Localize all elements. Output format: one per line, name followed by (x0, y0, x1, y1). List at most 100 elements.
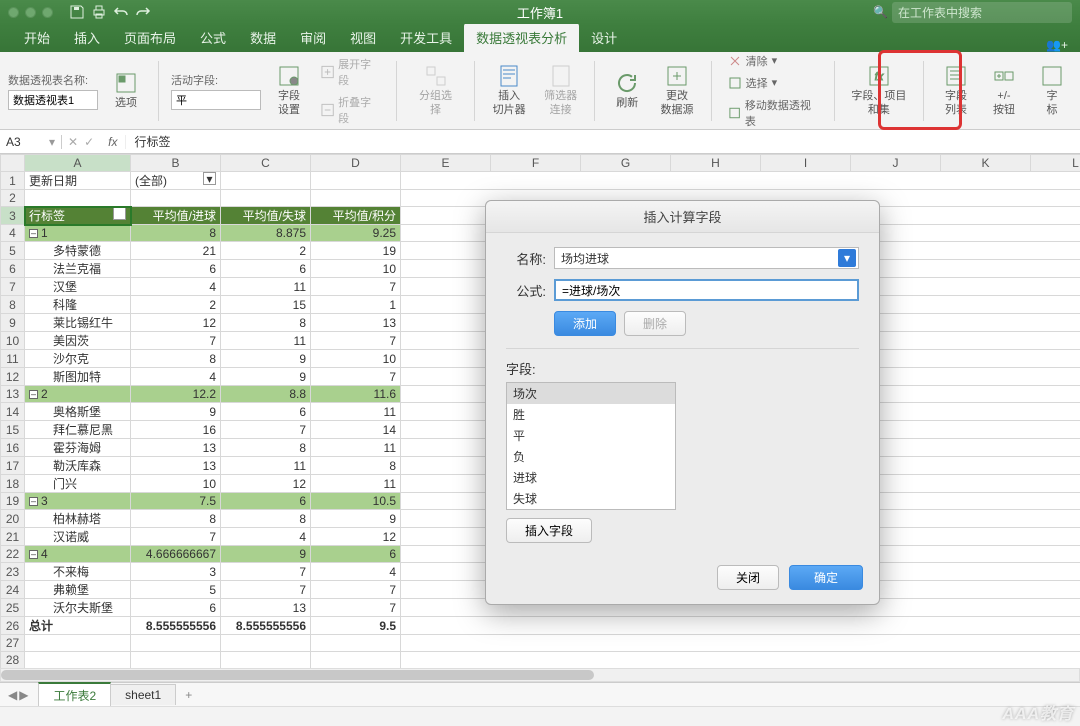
insert-calc-field-dialog: 插入计算字段 名称: 场均进球 ▾ 公式: 添加 删除 字段: 场次 胜 平 负… (485, 200, 880, 605)
pt-name-label: 数据透视表名称: (8, 72, 98, 88)
add-sheet-button[interactable]: + (175, 685, 202, 705)
move-button[interactable]: 移动数据透视表 (724, 95, 822, 131)
formula-input[interactable]: 行标签 (126, 133, 1080, 150)
formula-bar: A3▾ ✕ ✓ fx 行标签 (0, 130, 1080, 154)
list-item[interactable]: 胜 (507, 404, 675, 425)
dlg-insert-field-button[interactable]: 插入字段 (506, 518, 592, 543)
status-bar (0, 706, 1080, 726)
titlebar: 工作簿1 🔍 在工作表中搜索 (0, 0, 1080, 24)
active-field-input[interactable] (171, 90, 261, 110)
fx-icon[interactable]: fx (100, 135, 126, 149)
list-item[interactable]: 场次 (507, 383, 675, 404)
filter-icon[interactable]: ▾ (203, 172, 216, 185)
sheet-tab[interactable]: sheet1 (110, 684, 176, 705)
dialog-title: 插入计算字段 (486, 201, 879, 233)
change-src-button[interactable]: 更改 数据源 (655, 60, 698, 120)
buttons-toggle[interactable]: +/- 按钮 (984, 60, 1024, 120)
cancel-icon[interactable]: ✕ (68, 135, 78, 149)
sheet-tab[interactable]: 工作表2 (38, 682, 111, 707)
list-item[interactable]: 平 (507, 425, 675, 446)
save-icon[interactable] (69, 4, 85, 20)
col-header[interactable]: C (221, 155, 311, 172)
expand-field-button[interactable]: 展开字段 (317, 54, 384, 90)
dlg-formula-input[interactable] (554, 279, 859, 301)
dlg-name-select[interactable]: 场均进球 ▾ (554, 247, 859, 269)
tab-formulas[interactable]: 公式 (188, 23, 238, 52)
share-icon[interactable]: 👥+ (1046, 38, 1068, 52)
undo-icon[interactable] (113, 4, 129, 20)
tab-view[interactable]: 视图 (338, 23, 388, 52)
col-header[interactable]: I (761, 155, 851, 172)
col-header[interactable]: K (941, 155, 1031, 172)
print-icon[interactable] (91, 4, 107, 20)
filter-conn-button[interactable]: 筛选器 连接 (539, 60, 582, 120)
window-controls[interactable] (8, 7, 53, 18)
tab-insert[interactable]: 插入 (62, 23, 112, 52)
hscrollbar[interactable] (0, 668, 1080, 682)
chevron-down-icon[interactable]: ▾ (838, 249, 856, 267)
sheet-nav-first-icon[interactable]: ◀ (8, 688, 17, 702)
enter-icon[interactable]: ✓ (84, 135, 94, 149)
dlg-add-button[interactable]: 添加 (554, 311, 616, 336)
search-icon: 🔍 (873, 5, 888, 19)
search-input[interactable]: 在工作表中搜索 (892, 2, 1072, 23)
collapse-field-button[interactable]: 折叠字段 (317, 92, 384, 128)
close-dot[interactable] (8, 7, 19, 18)
list-item[interactable]: 进球 (507, 467, 675, 488)
col-header[interactable]: G (581, 155, 671, 172)
filter-icon[interactable]: ▾ (113, 207, 126, 220)
col-header[interactable]: H (671, 155, 761, 172)
select-button[interactable]: 选择 ▾ (724, 73, 822, 93)
tab-design[interactable]: 设计 (579, 23, 629, 52)
dlg-fields-label: 字段: (506, 359, 859, 378)
list-item[interactable]: ... (507, 509, 675, 510)
col-header[interactable]: A (25, 155, 131, 172)
watermark: AAA教育 (1002, 700, 1074, 724)
tab-dev[interactable]: 开发工具 (388, 23, 464, 52)
tab-layout[interactable]: 页面布局 (112, 23, 188, 52)
pt-name-input[interactable] (8, 90, 98, 110)
sheet-tabs: ◀ ▶ 工作表2 sheet1 + (0, 682, 1080, 706)
collapse-icon[interactable]: – (29, 229, 38, 238)
dlg-name-label: 名称: (506, 249, 546, 268)
collapse-icon[interactable]: – (29, 390, 38, 399)
group-select-button[interactable]: 分组选择 (409, 60, 463, 120)
col-header[interactable]: J (851, 155, 941, 172)
minimize-dot[interactable] (25, 7, 36, 18)
name-box[interactable]: A3▾ (0, 135, 62, 149)
clear-button[interactable]: 清除 ▾ (724, 51, 822, 71)
dlg-fields-list[interactable]: 场次 胜 平 负 进球 失球 ... (506, 382, 676, 510)
field-headers-button[interactable]: 字 标 (1032, 60, 1072, 120)
select-all-corner[interactable] (1, 155, 25, 172)
col-header[interactable]: L (1031, 155, 1080, 172)
zoom-dot[interactable] (42, 7, 53, 18)
field-list-button[interactable]: 字段 列表 (936, 60, 976, 120)
dlg-delete-button[interactable]: 删除 (624, 311, 686, 336)
redo-icon[interactable] (135, 4, 151, 20)
field-settings-button[interactable]: 字段 设置 (269, 60, 309, 120)
list-item[interactable]: 失球 (507, 488, 675, 509)
col-header[interactable]: D (311, 155, 401, 172)
insert-slicer-button[interactable]: 插入 切片器 (487, 60, 530, 120)
tab-data[interactable]: 数据 (238, 23, 288, 52)
options-button[interactable]: 选项 (106, 67, 146, 114)
workbook-title: 工作簿1 (517, 3, 563, 22)
svg-text:fx: fx (875, 71, 884, 83)
tab-pivot-analyze[interactable]: 数据透视表分析 (464, 23, 579, 52)
col-header[interactable]: E (401, 155, 491, 172)
ribbon: 数据透视表名称: 选项 活动字段: 字段 设置 展开字段 折叠字段 分组选择 插… (0, 52, 1080, 130)
list-item[interactable]: 负 (507, 446, 675, 467)
dlg-close-button[interactable]: 关闭 (717, 565, 779, 590)
sheet-nav-last-icon[interactable]: ▶ (19, 688, 28, 702)
collapse-icon[interactable]: – (29, 550, 38, 559)
col-header[interactable]: B (131, 155, 221, 172)
refresh-button[interactable]: 刷新 (607, 67, 647, 114)
tab-review[interactable]: 审阅 (288, 23, 338, 52)
active-field-label: 活动字段: (171, 72, 261, 88)
collapse-icon[interactable]: – (29, 497, 38, 506)
dlg-ok-button[interactable]: 确定 (789, 565, 863, 590)
dlg-formula-label: 公式: (506, 281, 546, 300)
fields-items-button[interactable]: fx字段、项目 和集 (847, 60, 911, 120)
col-header[interactable]: F (491, 155, 581, 172)
tab-home[interactable]: 开始 (12, 23, 62, 52)
